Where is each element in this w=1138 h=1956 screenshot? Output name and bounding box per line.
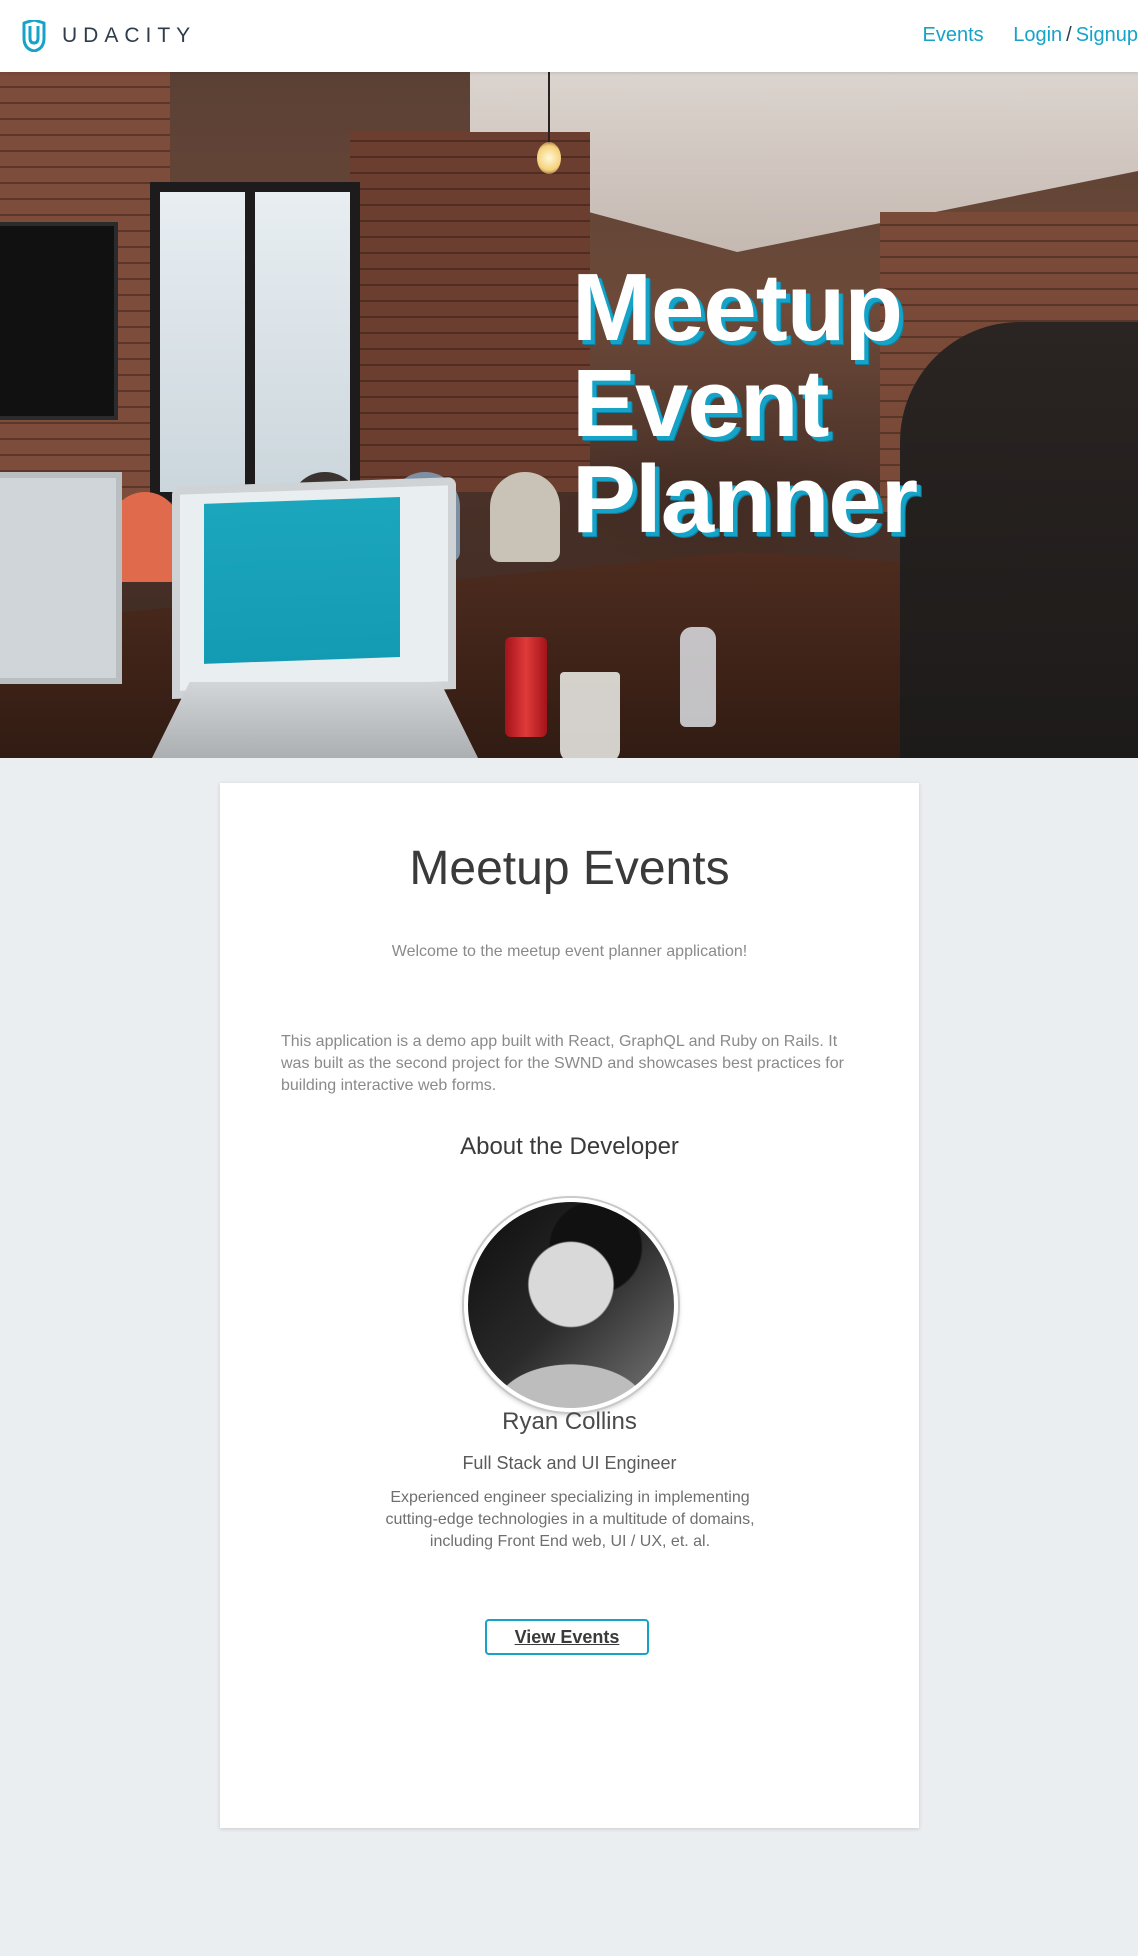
hero-photo-bottle bbox=[680, 627, 716, 727]
about-heading: About the Developer bbox=[460, 1133, 679, 1160]
hero-photo-laptop bbox=[0, 472, 122, 684]
hero-photo-person bbox=[900, 322, 1138, 758]
udacity-logo[interactable]: UDACITY bbox=[20, 20, 196, 52]
hero-photo-laptop-base bbox=[150, 682, 480, 758]
developer-role: Full Stack and UI Engineer bbox=[462, 1453, 677, 1473]
hero-photo-cord bbox=[548, 72, 550, 144]
nav-events-link[interactable]: Events bbox=[923, 24, 984, 46]
view-events-button[interactable]: View Events bbox=[485, 1619, 649, 1655]
hero-banner: Meetup Event Planner bbox=[0, 72, 1138, 758]
hero-photo-bulb bbox=[537, 142, 561, 174]
nav-login-link[interactable]: Login bbox=[1013, 24, 1062, 46]
hero-photo-can bbox=[505, 637, 547, 737]
hero-title: Meetup Event Planner bbox=[572, 254, 918, 553]
main-card: Meetup Events Welcome to the meetup even… bbox=[220, 783, 919, 1828]
top-navbar: UDACITY Events Login / Signup bbox=[0, 0, 1138, 72]
hero-photo-tv bbox=[0, 222, 118, 420]
hero-photo-wall bbox=[350, 132, 590, 492]
hero-photo-person bbox=[490, 472, 560, 562]
udacity-u-icon bbox=[22, 20, 46, 52]
nav-signup-link[interactable]: Signup bbox=[1076, 24, 1138, 46]
hero-photo-window bbox=[150, 182, 360, 502]
developer-avatar bbox=[464, 1198, 678, 1412]
developer-bio: Experienced engineer specializing in imp… bbox=[385, 1489, 755, 1550]
hero-photo-cup bbox=[560, 672, 620, 758]
top-nav: Events Login / Signup bbox=[923, 24, 1138, 47]
app-description: This application is a demo app built wit… bbox=[281, 1033, 844, 1094]
nav-separator: / bbox=[1066, 24, 1072, 46]
hero-photo-laptop bbox=[172, 477, 456, 699]
brand-wordmark: UDACITY bbox=[62, 24, 197, 47]
welcome-text: Welcome to the meetup event planner appl… bbox=[391, 943, 748, 960]
page-title: Meetup Events bbox=[409, 842, 730, 895]
developer-name: Ryan Collins bbox=[502, 1408, 637, 1435]
